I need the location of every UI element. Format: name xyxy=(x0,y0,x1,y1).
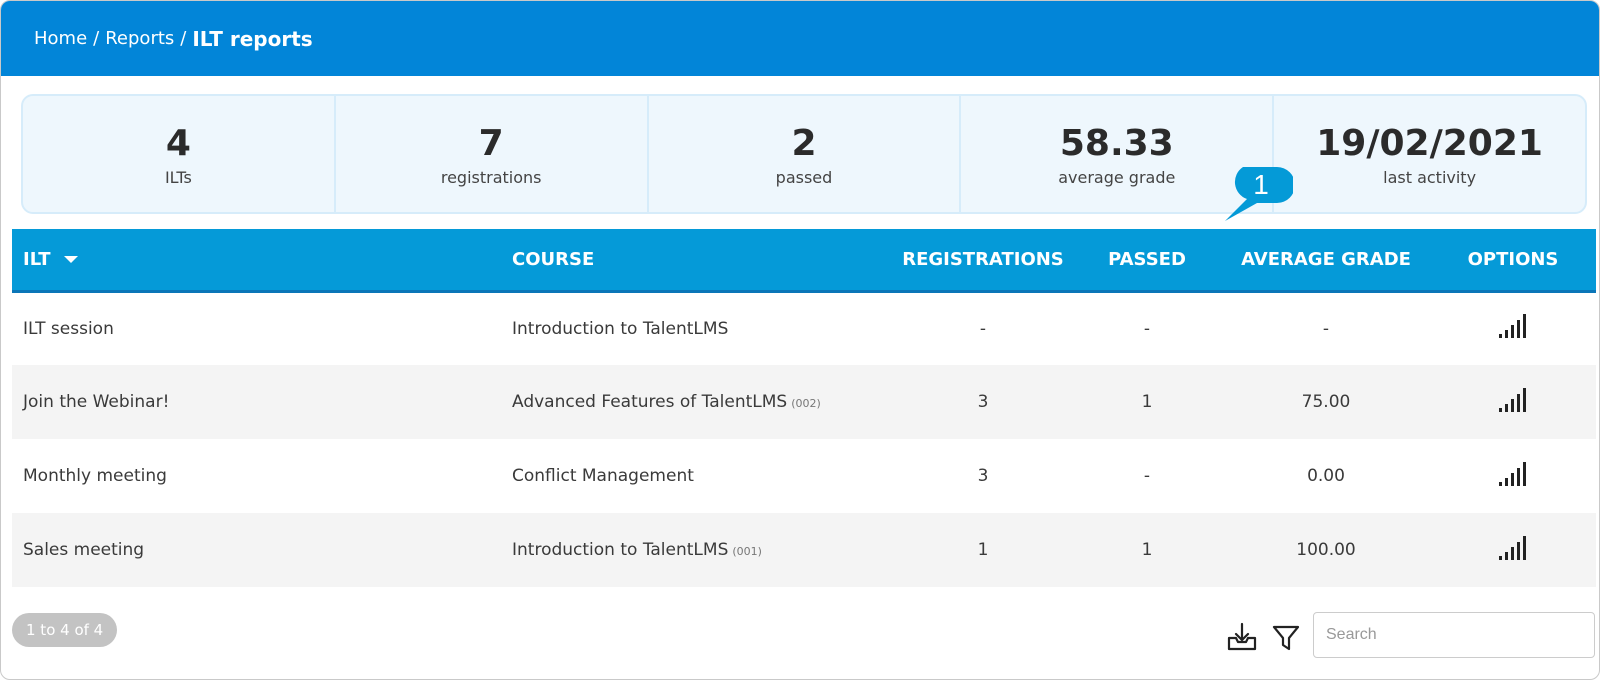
column-header-passed[interactable]: PASSED xyxy=(1072,229,1222,293)
bar-chart-icon[interactable] xyxy=(1498,313,1528,339)
download-tray-icon[interactable] xyxy=(1226,621,1258,653)
stat-value: 58.33 xyxy=(1059,122,1174,164)
course-name: Advanced Features of TalentLMS xyxy=(512,392,788,412)
column-header-label: ILT xyxy=(23,248,51,270)
bar-chart-icon[interactable] xyxy=(1498,535,1528,561)
table-header-row: ILT COURSE REGISTRATIONS PASSED AVERAGE … xyxy=(12,229,1596,293)
table-row: Sales meeting Introduction to TalentLMS(… xyxy=(12,513,1596,587)
app-frame: Home / Reports / ILT reports 4 ILTs 7 re… xyxy=(0,0,1600,680)
cell-passed: 1 xyxy=(1141,392,1153,412)
breadcrumb-separator: / xyxy=(180,28,187,49)
stat-passed: 2 passed xyxy=(649,96,962,212)
filter-funnel-icon[interactable] xyxy=(1271,623,1301,653)
cell-options xyxy=(1430,291,1596,365)
stat-label: passed xyxy=(775,167,833,187)
cell-options xyxy=(1430,513,1596,587)
bar-chart-icon[interactable] xyxy=(1498,387,1528,413)
column-header-ilt[interactable]: ILT xyxy=(12,229,501,293)
cell-passed: - xyxy=(1143,466,1151,486)
course-code: (002) xyxy=(791,397,821,410)
stat-label: last activity xyxy=(1383,167,1477,187)
callout-number: 1 xyxy=(1253,169,1269,200)
cell-registrations: 3 xyxy=(977,392,989,412)
column-header-options: OPTIONS xyxy=(1430,229,1596,293)
cell-average-grade: 100.00 xyxy=(1296,540,1356,560)
callout-bubble: 1 xyxy=(1225,167,1293,221)
cell-course: Introduction to TalentLMS (001) xyxy=(501,513,894,587)
search-input[interactable] xyxy=(1313,612,1595,658)
breadcrumb-reports[interactable]: Reports xyxy=(105,28,174,49)
stat-value: 19/02/2021 xyxy=(1316,122,1543,164)
cell-ilt: Sales meeting xyxy=(23,540,145,560)
cell-average-grade: 0.00 xyxy=(1307,466,1345,486)
stat-registrations: 7 registrations xyxy=(336,96,649,212)
cell-ilt: Join the Webinar! xyxy=(23,392,170,412)
course-name: Introduction to TalentLMS xyxy=(512,318,729,339)
stats-panel: 4 ILTs 7 registrations 2 passed 58.33 av… xyxy=(21,94,1587,214)
cell-options xyxy=(1430,365,1596,439)
stat-ilts: 4 ILTs xyxy=(23,96,336,212)
cell-course: Conflict Management xyxy=(501,439,894,513)
cell-ilt: ILT session xyxy=(23,318,114,339)
column-header-registrations[interactable]: REGISTRATIONS xyxy=(894,229,1072,293)
stat-last-activity: 19/02/2021 last activity xyxy=(1274,96,1585,212)
top-bar: Home / Reports / ILT reports xyxy=(1,1,1599,76)
table-row: ILT session Introduction to TalentLMS - … xyxy=(12,291,1596,365)
breadcrumb-separator: / xyxy=(93,28,100,49)
pagination-info: 1 to 4 of 4 xyxy=(12,613,118,647)
ilt-table-container: ILT COURSE REGISTRATIONS PASSED AVERAGE … xyxy=(12,229,1596,587)
course-name: Introduction to TalentLMS xyxy=(512,540,729,560)
cell-registrations: 1 xyxy=(977,540,989,560)
course-code: (001) xyxy=(732,545,762,558)
stat-value: 4 xyxy=(165,122,191,164)
stat-label: ILTs xyxy=(164,167,192,187)
stat-value: 2 xyxy=(791,122,817,164)
table-row: Monthly meeting Conflict Management 3 - … xyxy=(12,439,1596,513)
cell-passed: - xyxy=(1143,318,1151,339)
breadcrumb-home[interactable]: Home xyxy=(34,28,87,49)
caret-down-icon xyxy=(64,256,79,264)
cell-course: Introduction to TalentLMS xyxy=(501,291,894,365)
table-row: Join the Webinar! Advanced Features of T… xyxy=(12,365,1596,439)
cell-average-grade: - xyxy=(1322,318,1330,339)
cell-options xyxy=(1430,439,1596,513)
cell-average-grade: 75.00 xyxy=(1301,392,1351,412)
course-name: Conflict Management xyxy=(512,466,694,486)
stat-value: 7 xyxy=(478,122,504,164)
stat-label: average grade xyxy=(1058,167,1176,187)
ilt-table: ILT COURSE REGISTRATIONS PASSED AVERAGE … xyxy=(12,229,1596,587)
stat-label: registrations xyxy=(440,167,542,187)
cell-ilt: Monthly meeting xyxy=(23,466,167,486)
cell-passed: 1 xyxy=(1141,540,1153,560)
cell-registrations: - xyxy=(979,318,987,339)
page-title: ILT reports xyxy=(192,26,313,51)
cell-course: Advanced Features of TalentLMS (002) xyxy=(501,365,894,439)
bar-chart-icon[interactable] xyxy=(1498,461,1528,487)
column-header-average-grade[interactable]: AVERAGE GRADE xyxy=(1222,229,1430,293)
cell-registrations: 3 xyxy=(977,466,989,486)
column-header-course[interactable]: COURSE xyxy=(501,229,894,293)
